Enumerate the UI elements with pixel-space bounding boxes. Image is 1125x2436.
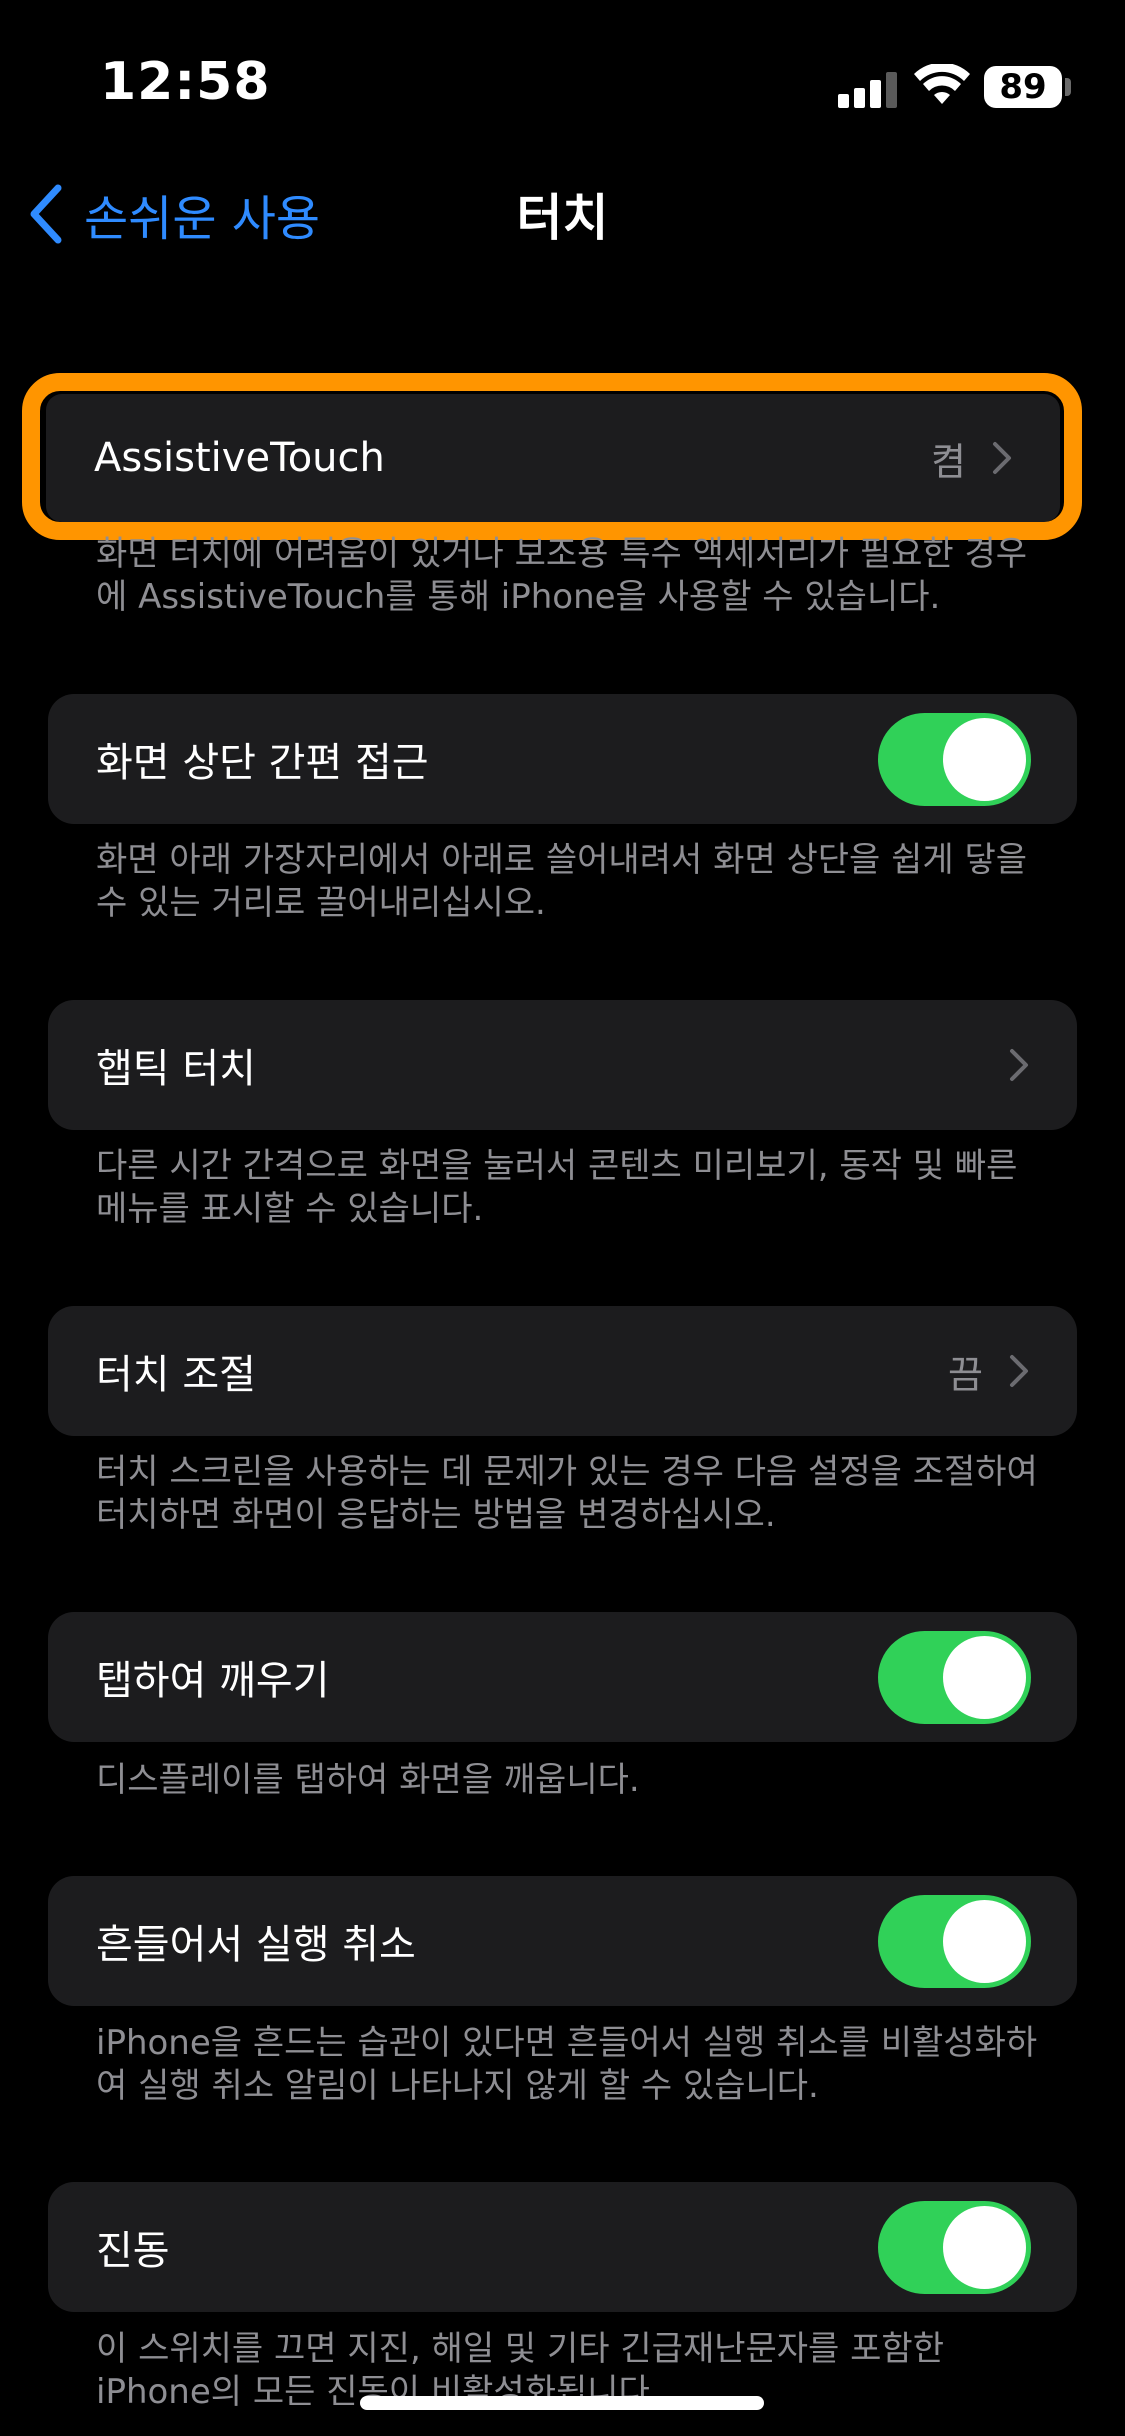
toggle-knob bbox=[943, 2205, 1026, 2289]
tap-to-wake-row: 탭하여 깨우기 bbox=[48, 1612, 1077, 1742]
touch-accommodations-footer: 터치 스크린을 사용하는 데 문제가 있는 경우 다음 설정을 조절하여 터치하… bbox=[96, 1452, 1038, 1535]
cellular-signal-icon bbox=[838, 72, 898, 108]
touch-accommodations-label: 터치 조절 bbox=[96, 1352, 256, 1398]
touch-settings-screen: 12:58 89 손쉬운 사용 터치 AssistiveTouch 켬 화면 터… bbox=[0, 0, 1125, 2436]
battery-tip bbox=[1065, 78, 1071, 96]
haptic-touch-footer: 다른 시간 간격으로 화면을 눌러서 콘텐츠 미리보기, 동작 및 빠른 메뉴를… bbox=[96, 1146, 1018, 1229]
chevron-right-icon bbox=[1010, 1355, 1028, 1387]
touch-accommodations-row[interactable]: 터치 조절 끔 bbox=[48, 1306, 1077, 1436]
chevron-right-icon bbox=[1010, 1049, 1028, 1081]
haptic-touch-label: 햅틱 터치 bbox=[96, 1046, 256, 1092]
reachability-label: 화면 상단 간편 접근 bbox=[96, 740, 429, 786]
reachability-row: 화면 상단 간편 접근 bbox=[48, 694, 1077, 824]
assistive-touch-label: AssistiveTouch bbox=[94, 435, 385, 481]
tap-to-wake-footer: 디스플레이를 탭하여 화면을 깨웁니다. bbox=[96, 1760, 640, 1800]
touch-accommodations-value: 끔 bbox=[948, 1352, 983, 1397]
vibration-label: 진동 bbox=[96, 2228, 170, 2274]
shake-to-undo-footer: iPhone을 흔드는 습관이 있다면 흔들어서 실행 취소를 비활성화하여 실… bbox=[96, 2023, 1038, 2106]
assistive-touch-footer: 화면 터치에 어려움이 있거나 보조용 특수 액세서리가 필요한 경우에 Ass… bbox=[96, 534, 1028, 617]
reachability-toggle[interactable] bbox=[878, 712, 1031, 806]
tap-to-wake-label: 탭하여 깨우기 bbox=[96, 1658, 330, 1704]
battery-icon: 89 bbox=[984, 66, 1062, 108]
toggle-knob bbox=[943, 1635, 1026, 1719]
wifi-icon bbox=[914, 64, 970, 104]
page-title-text: 터치 bbox=[516, 189, 609, 247]
home-indicator[interactable] bbox=[360, 2396, 764, 2410]
battery-level: 89 bbox=[999, 67, 1047, 107]
assistive-touch-row[interactable]: AssistiveTouch 켬 bbox=[46, 394, 1060, 522]
toggle-knob bbox=[943, 1899, 1026, 1983]
assistive-touch-value: 켬 bbox=[931, 439, 966, 484]
shake-to-undo-toggle[interactable] bbox=[878, 1894, 1031, 1988]
reachability-footer: 화면 아래 가장자리에서 아래로 쓸어내려서 화면 상단을 쉽게 닿을 수 있는… bbox=[96, 840, 1028, 923]
vibration-toggle[interactable] bbox=[878, 2200, 1031, 2294]
vibration-row: 진동 bbox=[48, 2182, 1077, 2312]
toggle-knob bbox=[943, 717, 1026, 801]
chevron-right-icon bbox=[993, 442, 1011, 474]
shake-to-undo-row: 흔들어서 실행 취소 bbox=[48, 1876, 1077, 2006]
haptic-touch-row[interactable]: 햅틱 터치 bbox=[48, 1000, 1077, 1130]
tap-to-wake-toggle[interactable] bbox=[878, 1630, 1031, 1724]
status-time: 12:58 bbox=[100, 52, 271, 112]
page-title: 터치 bbox=[0, 182, 1125, 247]
shake-to-undo-label: 흔들어서 실행 취소 bbox=[96, 1922, 416, 1968]
